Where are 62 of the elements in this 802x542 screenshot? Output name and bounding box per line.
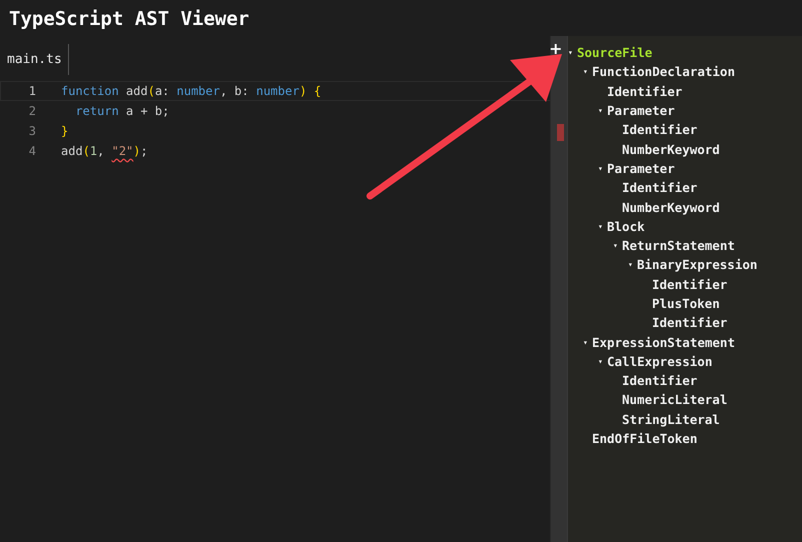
expand-toggle[interactable]: ▾ (583, 67, 592, 76)
node-label: SourceFile (577, 45, 652, 60)
node-label: Parameter (607, 160, 675, 176)
expand-toggle[interactable]: ▾ (598, 164, 607, 173)
tree-node[interactable]: NumberKeyword (613, 197, 802, 217)
line-number: 2 (28, 104, 36, 118)
node-label: PlusToken (652, 296, 720, 311)
tree-node[interactable]: PlusToken (643, 294, 802, 314)
tree-node[interactable]: ▾ Parameter (598, 100, 802, 120)
node-label: CallExpression (607, 354, 712, 369)
node-label: Identifier (622, 180, 698, 196)
tree-node[interactable]: ▾ SourceFile (568, 43, 802, 62)
expand-toggle[interactable]: ▾ (598, 222, 607, 231)
tree-node[interactable]: ▾ Block (598, 216, 802, 236)
tree-node[interactable]: Identifier (613, 371, 802, 390)
tree-node[interactable]: ▾ ExpressionStatement (583, 332, 802, 352)
node-label: ExpressionStatement (592, 334, 735, 350)
node-label: Identifier (622, 122, 698, 138)
file-tab[interactable]: main.ts (0, 44, 69, 75)
node-label: Identifier (652, 276, 728, 292)
code-line[interactable]: function add(a: number, b: number) { (61, 84, 322, 98)
expand-toggle[interactable]: ▾ (628, 260, 637, 270)
node-label: EndOfFileToken (592, 431, 698, 446)
node-label: ReturnStatement (622, 238, 735, 254)
tree-node[interactable]: ▾ BinaryExpression (628, 255, 802, 275)
node-label: FunctionDeclaration (592, 64, 735, 80)
node-label: Identifier (652, 315, 728, 330)
node-label: Identifier (622, 373, 698, 388)
tree-node[interactable]: ▾ FunctionDeclaration (583, 62, 802, 82)
tree-node[interactable]: Identifier (613, 120, 802, 140)
tree-node[interactable]: NumericLiteral (613, 390, 802, 410)
node-label: BinaryExpression (637, 257, 758, 272)
tree-node[interactable]: EndOfFileToken (583, 428, 802, 448)
node-label: NumberKeyword (622, 200, 720, 215)
node-label: Block (607, 218, 645, 234)
tree-node[interactable]: ▾ ReturnStatement (613, 236, 802, 256)
code-line[interactable]: add(1, "2"); (61, 144, 148, 158)
tree-node[interactable]: StringLiteral (613, 410, 802, 429)
expand-toggle[interactable]: ▾ (568, 48, 577, 58)
add-button[interactable]: + (549, 41, 562, 57)
error-marker (557, 124, 564, 141)
node-label: Identifier (607, 84, 682, 99)
expand-toggle[interactable]: ▾ (613, 241, 622, 250)
line-number: 4 (28, 144, 36, 158)
tree-node[interactable]: ▾ CallExpression (598, 352, 802, 372)
tree-node[interactable]: Identifier (643, 313, 802, 332)
code-line[interactable]: return a + b; (61, 104, 170, 118)
expand-toggle[interactable]: ▾ (583, 338, 592, 347)
line-number: 3 (28, 124, 36, 138)
line-number: 1 (28, 84, 36, 98)
code-line[interactable]: } (61, 124, 68, 138)
tree-node[interactable]: Identifier (643, 274, 802, 294)
expand-toggle[interactable]: ▾ (598, 106, 607, 116)
tree-node[interactable]: ▾ Parameter (598, 158, 802, 178)
node-label: NumberKeyword (622, 142, 720, 157)
tree-node[interactable]: Identifier (613, 178, 802, 198)
tree-node[interactable]: Identifier (598, 82, 802, 101)
node-label: Parameter (607, 103, 675, 118)
node-label: NumericLiteral (622, 392, 728, 408)
node-label: StringLiteral (622, 412, 720, 427)
expand-toggle[interactable]: ▾ (598, 356, 607, 366)
tree-node[interactable]: NumberKeyword (613, 139, 802, 159)
